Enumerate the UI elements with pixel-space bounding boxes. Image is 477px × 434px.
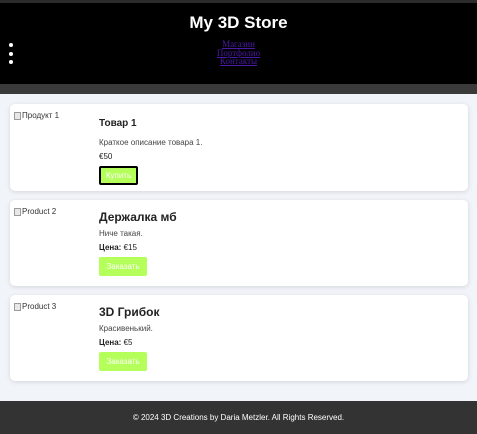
product-card: Product 3 3D Грибок Красивенький. Цена: … [10,295,468,381]
site-footer: © 2024 3D Creations by Daria Metzler. Al… [0,401,477,434]
product-description: Краткое описание товара 1. [99,138,203,147]
site-header: My 3D Store Магазин Портфолио Контакты [0,0,477,94]
product-image-alt: Product 2 [22,207,57,216]
broken-image-icon [14,207,21,216]
order-button[interactable]: Заказать [99,257,147,276]
order-button[interactable]: Заказать [99,352,147,371]
product-image-alt: Product 3 [22,302,57,311]
product-image-alt: Продукт 1 [22,111,60,120]
main-nav: Магазин Портфолио Контакты [0,40,477,66]
product-price: €50 [99,152,112,161]
product-description: Ниче такая. [99,229,143,238]
site-title: My 3D Store [189,13,288,32]
header-bar: My 3D Store Магазин Портфолио Контакты [0,0,477,84]
price-value: €5 [123,338,133,347]
product-price: Цена: €15 [99,243,137,252]
broken-image-icon [14,111,21,120]
price-label: Цена: [99,243,122,252]
nav-link-contacts[interactable]: Контакты [0,57,477,66]
product-image: Product 3 [14,302,56,311]
buy-button[interactable]: Купить [99,166,138,185]
product-price: Цена: €5 [99,338,132,347]
product-image: Product 2 [14,207,56,216]
product-description: Красивенький. [99,324,153,333]
price-label: Цена: [99,338,122,347]
product-image: Продукт 1 [14,111,59,120]
product-title: Товар 1 [99,118,137,129]
product-card: Product 2 Держалка мб Ниче такая. Цена: … [10,200,468,286]
broken-image-icon [14,302,21,311]
product-title: Держалка мб [99,210,177,224]
footer-copyright: © 2024 3D Creations by Daria Metzler. Al… [132,413,345,422]
price-value: €50 [99,152,113,161]
product-title: 3D Грибок [99,305,160,319]
price-value: €15 [123,243,137,252]
product-card: Продукт 1 Товар 1 Краткое описание товар… [10,104,468,191]
